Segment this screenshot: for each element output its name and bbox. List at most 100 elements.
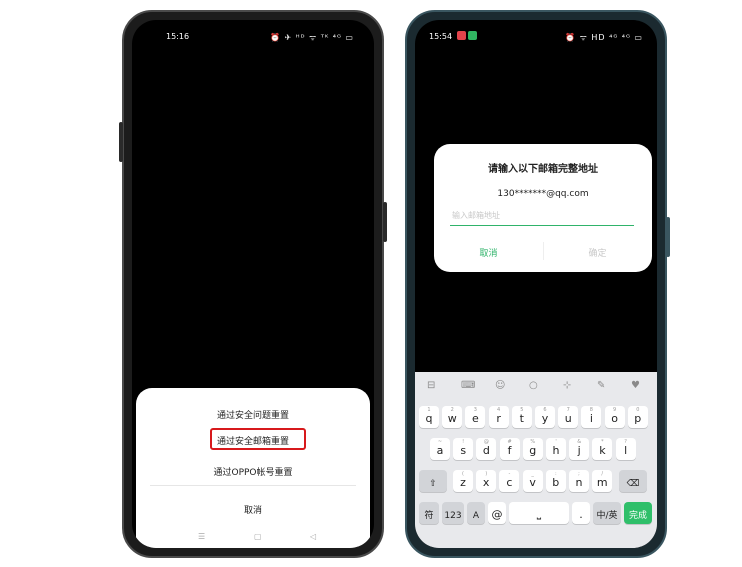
key-o[interactable]: 9o — [604, 406, 625, 428]
email-hint: 130*******@qq.com — [497, 189, 589, 199]
key-label: ⎵ — [536, 507, 542, 520]
key-t[interactable]: 5t — [511, 406, 532, 428]
key-label: . — [579, 508, 583, 521]
number-key[interactable]: 123 — [442, 502, 464, 524]
menu-icon[interactable]: ☰ — [198, 532, 205, 541]
key-n[interactable]: ; n — [569, 470, 589, 492]
key-label: m — [596, 476, 608, 489]
key-r[interactable]: 4r — [488, 406, 509, 428]
key-g[interactable]: % g — [522, 438, 543, 460]
cancel-button[interactable]: 取消 — [136, 503, 370, 516]
key-label: y — [541, 412, 549, 425]
status-time: 15:16 — [166, 32, 190, 41]
key-label: A — [472, 511, 480, 521]
right-phone: 15:54 ⏰ ᯤ HD ⁴ᴳ ⁴ᴳ ▭ 请输入以下邮箱完整地址 130****… — [405, 10, 670, 558]
key-v[interactable]: _ v — [522, 470, 543, 492]
key-d[interactable]: @ d — [476, 438, 497, 460]
key-label: b — [552, 476, 560, 489]
shift-key[interactable]: ⇧ — [419, 470, 447, 492]
key-x[interactable]: ) x — [476, 470, 497, 492]
key-f[interactable]: # f — [499, 438, 520, 460]
reset-by-security-email-option[interactable]: 通过安全邮箱重置 — [136, 434, 370, 447]
key-label: z — [460, 476, 466, 489]
reset-by-oppo-account-option[interactable]: 通过OPPO帐号重置 — [136, 465, 370, 478]
email-verify-dialog: 请输入以下邮箱完整地址 130*******@qq.com 输入邮箱地址 取消 … — [434, 144, 652, 272]
key-p[interactable]: 0p — [627, 406, 648, 428]
cursor-move-icon[interactable]: ⊹ — [563, 380, 571, 391]
key-e[interactable]: 3e — [465, 406, 486, 428]
language-switch-key[interactable]: 中/英 — [593, 502, 621, 524]
key-z[interactable]: (z — [453, 470, 473, 492]
confirm-button[interactable]: 确定 — [543, 246, 652, 259]
status-bar: 15:16 ⏰ ✈ ᴴᴰ ᯤ ᵀᴷ ⁴ᴳ ▭ — [132, 30, 374, 46]
key-label: e — [472, 412, 479, 425]
key-label: 123 — [444, 511, 462, 521]
notification-app-icon — [468, 31, 477, 40]
key-s[interactable]: ! s — [453, 438, 474, 460]
space-key[interactable]: ⎵ — [509, 502, 569, 524]
key-q[interactable]: 1q — [419, 406, 439, 428]
key-k[interactable]: * k — [592, 438, 613, 460]
key-w[interactable]: 2w — [442, 406, 463, 428]
key-label: k — [599, 444, 606, 457]
cancel-button[interactable]: 取消 — [434, 246, 543, 259]
left-phone: 15:16 ⏰ ✈ ᴴᴰ ᯤ ᵀᴷ ⁴ᴳ ▭ 通过安全问题重置 通过安全邮箱重置… — [119, 10, 387, 558]
key-label: 完成 — [628, 511, 647, 521]
key-label: f — [507, 444, 512, 457]
key-label: j — [577, 444, 581, 457]
key-label: w — [447, 412, 457, 425]
key-label: t — [519, 412, 524, 425]
left-phone-power-button — [383, 202, 387, 242]
navigation-bar: ☰ ▢ ◁ — [136, 532, 370, 544]
key-label: ⇧ — [429, 479, 437, 489]
key-h[interactable]: ' h — [546, 438, 566, 460]
right-screen: 15:54 ⏰ ᯤ HD ⁴ᴳ ⁴ᴳ ▭ 请输入以下邮箱完整地址 130****… — [415, 20, 657, 548]
key-j[interactable]: & j — [569, 438, 590, 460]
search-icon[interactable]: ○ — [529, 380, 538, 391]
emoji-key[interactable]: A — [467, 502, 485, 524]
key-label: q — [425, 412, 433, 425]
clipboard-icon[interactable]: ⊟ — [427, 380, 435, 391]
keyboard: ⊟ ⌨ ☺ ○ ⊹ ✎ ♥ 1 q 2 w 3 e 4 r 5 t 6 y 7 u 8 i 9 o 0 p ~ a! s @ d # f% g ' h &… — [415, 372, 657, 548]
status-icons: ⏰ ᯤ HD ⁴ᴳ ⁴ᴳ ▭ — [565, 33, 643, 42]
email-input[interactable]: 输入邮箱地址 — [450, 210, 634, 226]
key-i[interactable]: 8i — [581, 406, 602, 428]
reset-options-sheet: 通过安全问题重置 通过安全邮箱重置 通过OPPO帐号重置 取消 ☰ ▢ ◁ — [136, 388, 370, 548]
key-label: x — [482, 476, 490, 489]
key-label: o — [611, 412, 618, 425]
key-m[interactable]: / m — [592, 470, 613, 492]
period-key[interactable]: . — [572, 502, 590, 524]
left-screen: 15:16 ⏰ ✈ ᴴᴰ ᯤ ᵀᴷ ⁴ᴳ ▭ 通过安全问题重置 通过安全邮箱重置… — [132, 20, 374, 548]
done-button[interactable]: 完成 — [624, 502, 652, 524]
backspace-key[interactable]: ⌫ — [619, 470, 647, 492]
key-label: s — [460, 444, 467, 457]
handwrite-icon[interactable]: ✎ — [597, 380, 605, 391]
status-bar: 15:54 ⏰ ᯤ HD ⁴ᴳ ⁴ᴳ ▭ — [415, 30, 657, 46]
notification-app-icon — [457, 31, 466, 40]
key-l[interactable]: ? l — [615, 438, 636, 460]
symbol-key[interactable]: 符 — [419, 502, 439, 524]
key-label: @ — [491, 508, 503, 521]
emoji-icon[interactable]: ☺ — [495, 380, 505, 391]
key-label: ⌫ — [626, 479, 640, 489]
left-phone-volume-button — [119, 122, 123, 162]
key-label: d — [482, 444, 490, 457]
key-label: h — [552, 444, 560, 457]
at-key[interactable]: @ — [488, 502, 506, 524]
key-u[interactable]: 7u — [558, 406, 579, 428]
reset-by-security-question-option[interactable]: 通过安全问题重置 — [136, 408, 370, 421]
collapse-icon[interactable]: ♥ — [631, 380, 640, 391]
key-label: p — [634, 412, 642, 425]
status-icons: ⏰ ✈ ᴴᴰ ᯤ ᵀᴷ ⁴ᴳ ▭ — [270, 33, 354, 42]
key-label: 符 — [424, 511, 434, 521]
key-c[interactable]: -c — [499, 470, 520, 492]
home-icon[interactable]: ▢ — [254, 532, 262, 541]
key-label: l — [624, 444, 628, 457]
back-icon[interactable]: ◁ — [310, 532, 316, 541]
key-b[interactable]: :b — [545, 470, 566, 492]
key-a[interactable]: ~ a — [430, 438, 450, 460]
keyboard-icon[interactable]: ⌨ — [461, 380, 475, 391]
key-y[interactable]: 6y — [535, 406, 555, 428]
key-label: u — [564, 412, 572, 425]
key-label: i — [589, 412, 593, 425]
